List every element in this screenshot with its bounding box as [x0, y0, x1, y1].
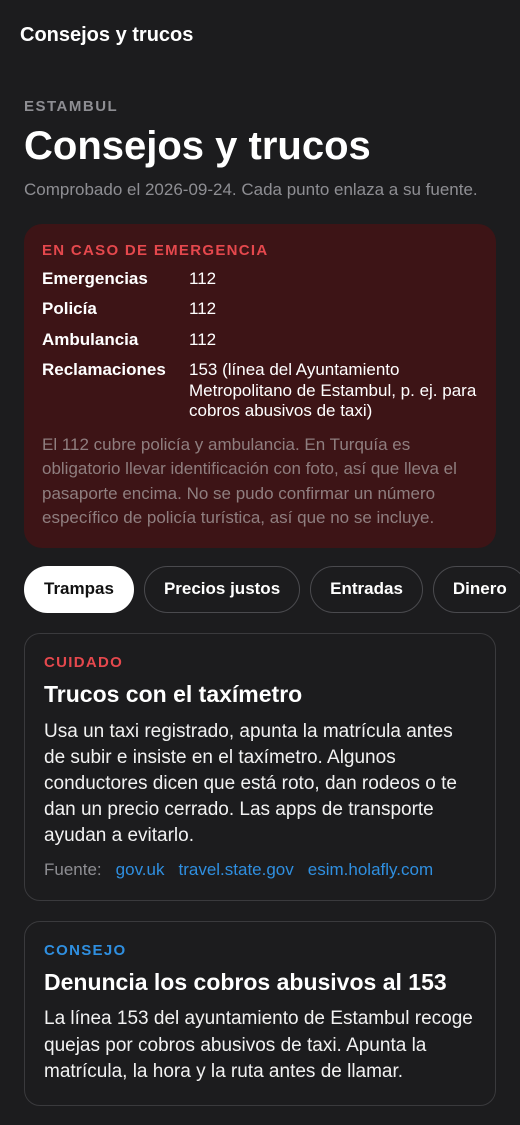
emergency-row-ambulancia: Ambulancia 112 — [42, 330, 478, 350]
emergency-number[interactable]: 112 — [189, 269, 478, 289]
sources-label: Fuente: — [44, 859, 102, 879]
source-link[interactable]: travel.state.gov — [178, 860, 293, 880]
card-tag-tip: CONSEJO — [44, 941, 127, 959]
card-tag-warning: CUIDADO — [44, 653, 124, 671]
emergency-number[interactable]: 112 — [189, 299, 478, 319]
emergency-label: Policía — [42, 299, 97, 319]
card-body: Usa un taxi registrado, apunta la matríc… — [44, 720, 457, 847]
emergency-label: Emergencias — [42, 268, 148, 288]
tab-precios-justos[interactable]: Precios justos — [143, 565, 301, 613]
emergency-row-emergencias: Emergencias 112 — [42, 269, 478, 289]
source-link[interactable]: gov.uk — [116, 860, 165, 880]
tip-card: CONSEJO Denuncia los cobros abusivos al … — [24, 920, 496, 1107]
tip-card: CUIDADO Trucos con el taxímetro Usa un t… — [24, 632, 496, 901]
source-link[interactable]: esim.holafly.com — [308, 860, 433, 880]
emergency-label: Reclamaciones — [42, 360, 166, 380]
card-body: La línea 153 del ayuntamiento de Estambu… — [44, 1008, 473, 1082]
page-subtitle: Comprobado el 2026-09-24. Cada punto enl… — [24, 180, 478, 199]
category-tabs: Trampas Precios justos Entradas Dinero — [0, 565, 520, 613]
emergency-row-reclamaciones: Reclamaciones 153 (línea del Ayuntamient… — [42, 360, 478, 421]
tab-trampas[interactable]: Trampas — [24, 565, 134, 613]
app-bar-title: Consejos y trucos — [20, 24, 194, 46]
emergency-row-policia: Policía 112 — [42, 299, 478, 319]
page-title: Consejos y trucos — [24, 124, 371, 168]
tab-entradas[interactable]: Entradas — [310, 565, 423, 613]
emergency-number[interactable]: 153 (línea del Ayuntamiento Metropolitan… — [189, 360, 478, 421]
card-title: Trucos con el taxímetro — [44, 680, 303, 707]
page-header: ESTAMBUL Consejos y trucos Comprobado el… — [0, 70, 520, 202]
emergency-title: EN CASO DE EMERGENCIA — [42, 241, 269, 259]
card-sources: Fuente: gov.uk travel.state.gov esim.hol… — [44, 860, 476, 880]
card-title: Denuncia los cobros abusivos al 153 — [44, 968, 447, 995]
emergency-panel: EN CASO DE EMERGENCIA Emergencias 112 Po… — [24, 223, 496, 548]
emergency-note: El 112 cubre policía y ambulancia. En Tu… — [42, 435, 457, 527]
emergency-label: Ambulancia — [42, 329, 139, 349]
tab-dinero[interactable]: Dinero — [432, 565, 520, 613]
city-label: ESTAMBUL — [24, 98, 119, 115]
emergency-number[interactable]: 112 — [189, 330, 478, 350]
